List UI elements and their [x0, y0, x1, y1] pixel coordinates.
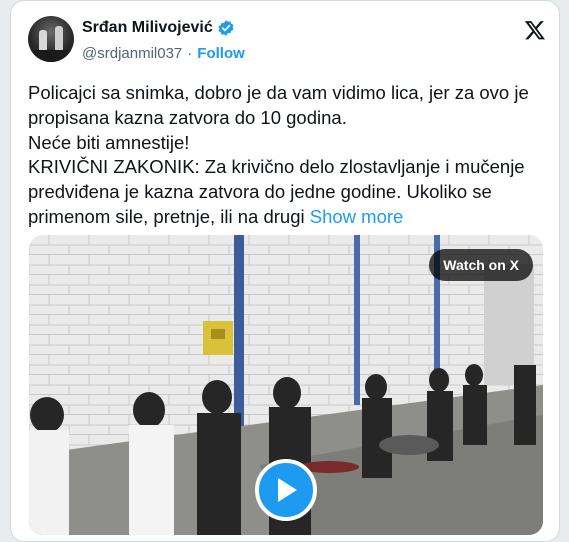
author-handle[interactable]: @srdjanmil037: [82, 45, 182, 62]
watch-on-x-button[interactable]: Watch on X: [429, 249, 533, 281]
tweet-line: Policajci sa snimka, dobro je da vam vid…: [28, 82, 529, 128]
author-name-row: Srđan Milivojević: [82, 19, 235, 37]
author-name[interactable]: Srđan Milivojević: [82, 19, 213, 37]
tweet-text: Policajci sa snimka, dobro je da vam vid…: [28, 81, 553, 230]
avatar[interactable]: [28, 16, 74, 62]
follow-button[interactable]: Follow: [197, 45, 245, 62]
tweet-card: Srđan Milivojević @srdjanmil037 · Follow…: [10, 0, 560, 542]
x-logo-icon[interactable]: [524, 19, 546, 41]
tweet-line-text: KRIVIČNI ZAKONIK: Za krivično delo zlost…: [28, 156, 525, 227]
handle-row: @srdjanmil037 · Follow: [82, 45, 245, 62]
separator-dot: ·: [187, 45, 193, 62]
play-icon: [278, 478, 297, 502]
video-player[interactable]: Watch on X: [29, 235, 543, 535]
tweet-line: KRIVIČNI ZAKONIK: Za krivično delo zlost…: [28, 155, 553, 229]
play-button[interactable]: [255, 459, 317, 521]
show-more-link[interactable]: Show more: [310, 206, 404, 227]
tweet-line: Neće biti amnestije!: [28, 131, 190, 153]
verified-badge-icon: [218, 20, 234, 36]
